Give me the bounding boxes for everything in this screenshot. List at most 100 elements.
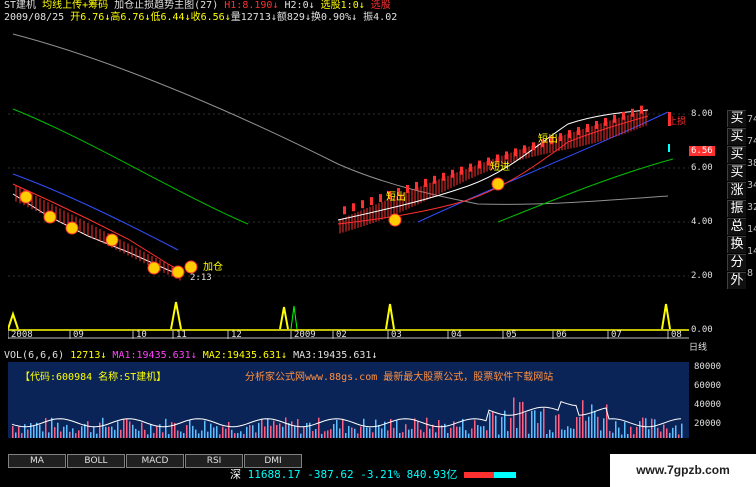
date-label: 03 bbox=[391, 330, 402, 339]
volume-bar bbox=[417, 420, 419, 438]
volume-bar bbox=[198, 433, 200, 438]
volume-bar bbox=[120, 429, 122, 438]
volume-bar bbox=[498, 434, 500, 438]
volume-bar bbox=[258, 422, 260, 438]
volume-bar bbox=[483, 426, 485, 438]
volume-bar bbox=[654, 419, 656, 438]
date-label: 08 bbox=[671, 330, 682, 339]
volume-bar bbox=[630, 426, 632, 438]
volume-bar bbox=[108, 426, 110, 438]
volume-bar bbox=[294, 425, 296, 438]
candle bbox=[460, 166, 463, 175]
volume-bar bbox=[111, 426, 113, 438]
up-ratio-bar bbox=[463, 472, 494, 478]
candle bbox=[451, 169, 454, 178]
date-label: 05 bbox=[506, 330, 517, 339]
price-chart[interactable]: 加仓 2:13 短出 短进 短出 止损 2008 09 10 11 12 2009 02 03… bbox=[8, 24, 689, 339]
side-tab-3[interactable]: 买 bbox=[727, 164, 746, 181]
volume-bar bbox=[75, 433, 77, 438]
volume-bar bbox=[171, 422, 173, 438]
vol-tick: 20000 bbox=[694, 419, 722, 429]
candle bbox=[469, 163, 472, 172]
volume-bar bbox=[570, 428, 572, 438]
side-number: 32 bbox=[747, 202, 756, 213]
volume-bar bbox=[477, 425, 479, 438]
short-in-label: 短进 bbox=[490, 160, 510, 173]
side-tab-6[interactable]: 总 bbox=[727, 218, 746, 235]
side-number: 74 bbox=[747, 114, 756, 125]
volume-bar bbox=[675, 425, 677, 438]
volume-bar bbox=[21, 433, 23, 438]
side-tab-4[interactable]: 涨 bbox=[727, 182, 746, 199]
volume-bar bbox=[168, 434, 170, 438]
tab-macd[interactable]: MACD bbox=[126, 454, 184, 468]
volume-bar bbox=[423, 432, 425, 438]
date-label: 04 bbox=[451, 330, 462, 339]
low-label: 低 bbox=[150, 12, 161, 23]
volume-bar bbox=[222, 426, 224, 438]
side-tab-7[interactable]: 换 bbox=[727, 236, 746, 253]
volume-bar bbox=[597, 416, 599, 438]
index-value: 11688.17 bbox=[247, 468, 301, 481]
side-tab-5[interactable]: 振 bbox=[727, 200, 746, 217]
volume-bar bbox=[615, 421, 617, 438]
bar-date: 2009/08/25 bbox=[4, 12, 65, 23]
volume-bar bbox=[540, 411, 542, 438]
volume-bar bbox=[621, 434, 623, 438]
volume-bar bbox=[510, 417, 512, 438]
side-tab-2[interactable]: 买 bbox=[727, 146, 746, 163]
volume-bar bbox=[576, 417, 578, 438]
side-tab-1[interactable]: 买 bbox=[727, 128, 746, 145]
index-pct: -3.21% bbox=[360, 468, 400, 481]
price-tick: 4.00 bbox=[691, 217, 713, 227]
volume-bar bbox=[645, 418, 647, 438]
volume-bar bbox=[66, 424, 68, 438]
volume-header: VOL(6,6,6) 12713↓ MA1:19435.631↓ MA2:194… bbox=[4, 350, 378, 361]
volume-bar bbox=[153, 432, 155, 438]
volume-bar bbox=[186, 425, 188, 438]
volume-bar bbox=[306, 422, 308, 438]
h1-value: 8.190 bbox=[242, 0, 273, 11]
volume-bar bbox=[591, 404, 593, 438]
volume-bar bbox=[663, 424, 665, 438]
side-tab-9[interactable]: 外 bbox=[727, 272, 746, 289]
volume-bar bbox=[225, 428, 227, 438]
volume-bar bbox=[135, 428, 137, 438]
ma2-label: MA2: bbox=[202, 350, 227, 361]
sel2-label: 选股 bbox=[370, 0, 391, 11]
candle bbox=[505, 151, 508, 160]
side-tab-8[interactable]: 分 bbox=[727, 254, 746, 271]
volume-bar bbox=[495, 415, 497, 438]
side-tab-0[interactable]: 买 bbox=[727, 110, 746, 127]
volume-bar bbox=[579, 416, 581, 438]
volume-bar bbox=[105, 426, 107, 438]
tab-boll[interactable]: BOLL bbox=[67, 454, 125, 468]
volume-bar bbox=[603, 418, 605, 438]
volume-bar bbox=[366, 427, 368, 438]
volume-bar bbox=[408, 429, 410, 438]
vol-value: 12713 bbox=[240, 12, 271, 23]
volume-bar bbox=[195, 429, 197, 438]
tab-ma[interactable]: MA bbox=[8, 454, 66, 468]
date-label: 07 bbox=[611, 330, 622, 339]
stop-loss-label: 止损 bbox=[668, 115, 686, 127]
add-position-date: 2:13 bbox=[190, 273, 212, 283]
volume-bar bbox=[150, 424, 152, 438]
candle bbox=[433, 175, 436, 184]
volume-bar bbox=[420, 429, 422, 438]
side-number: 38 bbox=[747, 158, 756, 169]
volume-bar bbox=[543, 408, 545, 438]
volume-bar bbox=[345, 433, 347, 438]
volume-bar bbox=[48, 432, 50, 438]
volume-bar bbox=[249, 425, 251, 438]
volume-bar bbox=[657, 427, 659, 438]
volume-bar bbox=[333, 424, 335, 438]
vol-tick: 40000 bbox=[694, 400, 722, 410]
candle bbox=[631, 108, 634, 117]
volume-bar bbox=[492, 411, 494, 438]
volume-bar bbox=[639, 421, 641, 438]
signal-marker bbox=[19, 190, 33, 204]
candle bbox=[595, 120, 598, 129]
volume-bar bbox=[438, 420, 440, 438]
volume-bar bbox=[42, 431, 44, 438]
